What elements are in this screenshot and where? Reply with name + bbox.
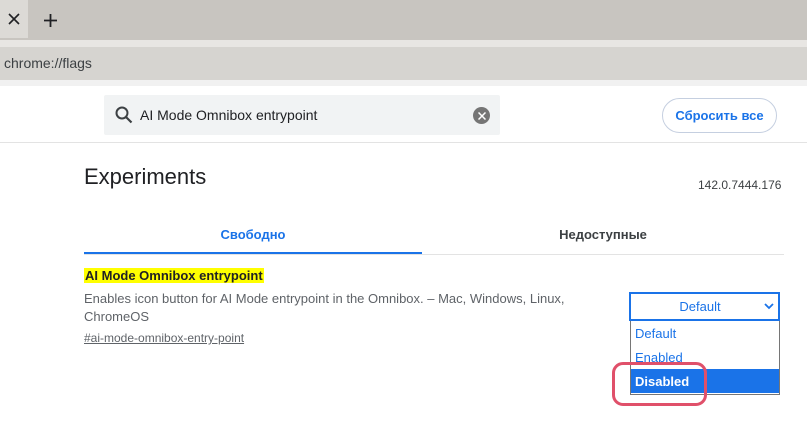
page-top-border <box>0 80 807 86</box>
experiment-title: AI Mode Omnibox entrypoint <box>84 268 264 283</box>
header-divider <box>0 142 807 143</box>
search-icon <box>115 106 133 124</box>
plus-icon <box>43 13 57 27</box>
new-tab-button[interactable] <box>38 8 62 32</box>
address-bar[interactable]: chrome://flags <box>0 47 807 80</box>
chevron-down-icon <box>764 303 774 310</box>
close-icon <box>8 13 20 25</box>
tab-available[interactable]: Свободно <box>84 215 422 253</box>
tabs-divider <box>84 254 784 255</box>
version-label: 142.0.7444.176 <box>698 178 782 192</box>
reset-all-button[interactable]: Сбросить все <box>662 98 777 133</box>
experiment-description: Enables icon button for AI Mode entrypoi… <box>84 291 565 324</box>
option-default[interactable]: Default <box>631 321 779 345</box>
tab-unavailable[interactable]: Недоступные <box>422 215 784 253</box>
select-value: Default <box>679 299 721 314</box>
option-disabled[interactable]: Disabled <box>631 369 779 393</box>
close-tab-button[interactable] <box>0 0 28 38</box>
experiment-state-select[interactable]: Default <box>629 292 780 321</box>
clear-icon <box>477 111 486 120</box>
clear-search-button[interactable] <box>473 107 490 124</box>
search-box[interactable] <box>104 95 500 135</box>
experiment-permalink[interactable]: #ai-mode-omnibox-entry-point <box>84 331 244 345</box>
select-dropdown: Default Enabled Disabled <box>630 321 780 395</box>
tab-strip <box>0 0 807 40</box>
search-input[interactable] <box>140 95 460 135</box>
page-title: Experiments <box>84 164 207 189</box>
option-enabled[interactable]: Enabled <box>631 345 779 369</box>
address-text: chrome://flags <box>4 55 92 71</box>
